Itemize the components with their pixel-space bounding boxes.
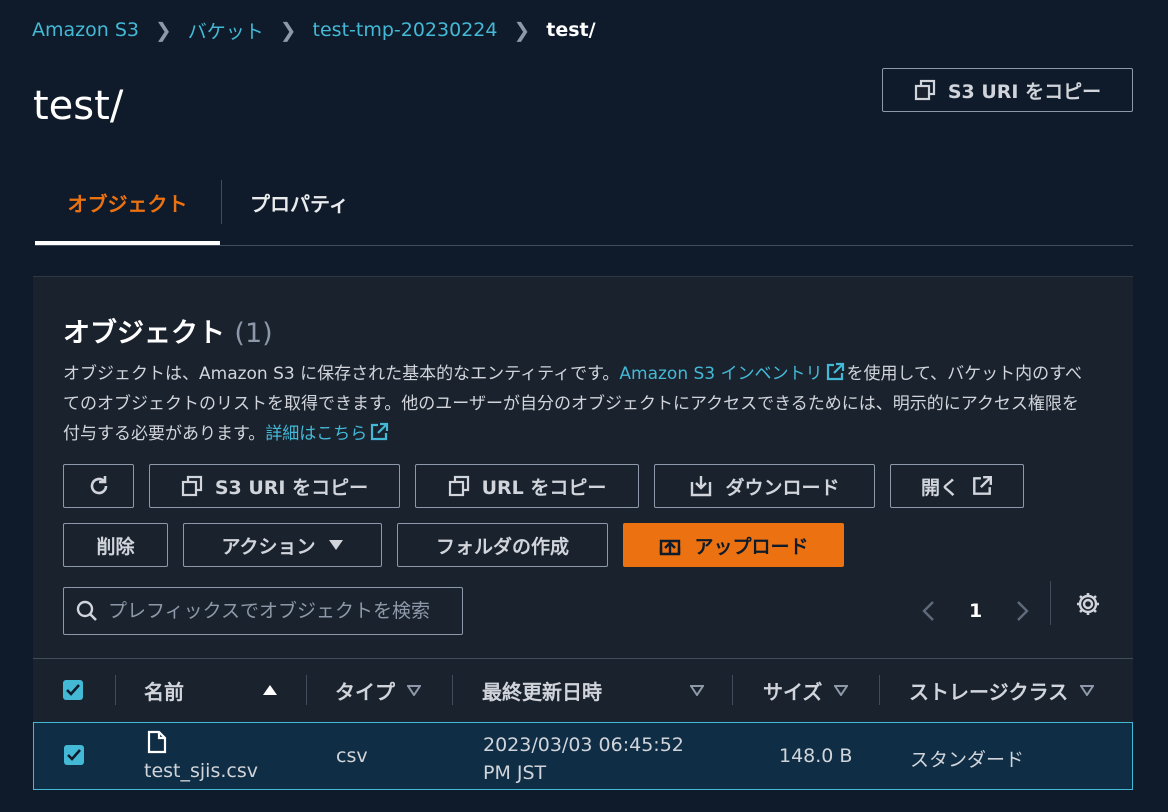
pager-divider [1050,581,1051,625]
column-storage-class-label: ストレージクラス [909,679,1069,704]
external-link-icon [826,362,844,381]
column-name[interactable]: 名前 [144,659,278,721]
page-title: test/ [33,83,124,129]
refresh-button[interactable] [63,464,134,508]
sort-icon [1080,684,1095,696]
chevron-right-icon: ❯ [279,18,297,42]
column-type[interactable]: タイプ [335,659,421,721]
checkbox-checked[interactable] [63,680,83,700]
column-last-modified-label: 最終更新日時 [482,679,602,704]
object-last-modified-line2: PM JST [483,762,547,784]
tab-list: オブジェクト プロパティ [35,160,1133,246]
object-last-modified-line1: 2023/03/03 06:45:52 [483,734,684,756]
sort-icon [834,684,849,696]
copy-s3-uri-button-header[interactable]: S3 URI をコピー [882,68,1133,112]
check-icon [66,684,80,696]
open-text: 開く [920,476,959,499]
sort-icon [690,684,704,696]
create-folder-button[interactable]: フォルダの作成 [397,523,608,567]
copy-icon [914,79,935,101]
object-size: 148.0 B [779,745,853,767]
copy-s3-uri-button[interactable]: S3 URI をコピー [149,464,400,508]
objects-panel: オブジェクト (1) オブジェクトは、Amazon S3 に保存された基本的なエ… [33,276,1133,790]
breadcrumb-link-s3[interactable]: Amazon S3 [32,19,139,41]
download-text: ダウンロード [725,476,840,499]
pagination: 1 [921,587,1031,635]
copy-icon [448,475,469,497]
object-name-link[interactable]: test_sjis.csv [144,760,258,782]
checkbox-checked[interactable] [64,745,84,765]
external-link-icon [973,475,993,495]
description-text-1: オブジェクトは、Amazon S3 に保存された基本的なエンティティです。 [63,364,620,384]
delete-button[interactable]: 削除 [63,523,168,567]
chevron-right-icon[interactable] [1016,600,1030,622]
column-last-modified[interactable]: 最終更新日時 [482,659,704,721]
tab-objects[interactable]: オブジェクト [35,160,220,245]
column-storage-class[interactable]: ストレージクラス [909,659,1095,721]
actions-text: アクション [221,535,316,558]
column-type-label: タイプ [335,679,395,704]
tab-divider [221,180,222,224]
panel-description: オブジェクトは、Amazon S3 に保存された基本的なエンティティです。Ama… [63,359,1093,449]
column-name-label: 名前 [144,679,184,704]
upload-button[interactable]: アップロード [623,523,844,567]
column-size-label: サイズ [763,679,823,704]
upload-icon [660,539,681,556]
copy-url-button[interactable]: URL をコピー [415,464,639,508]
file-icon [147,730,167,754]
caret-down-icon [328,540,343,550]
settings-gear-icon[interactable] [1075,591,1101,617]
object-storage-class: スタンダード [910,749,1025,771]
create-folder-text: フォルダの作成 [435,535,569,558]
breadcrumb-current: test/ [546,19,596,41]
object-last-modified: 2023/03/03 06:45:52 PM JST [483,730,684,786]
object-type: csv [336,745,368,767]
breadcrumb-link-bucket[interactable]: test-tmp-20230224 [313,19,498,41]
search-box [63,587,463,635]
inventory-link[interactable]: Amazon S3 インベントリ [619,364,822,384]
sort-ascending-icon [263,685,277,695]
tab-properties[interactable]: プロパティ [250,160,349,245]
download-button[interactable]: ダウンロード [654,464,875,508]
object-count: (1) [234,318,273,349]
select-all-checkbox[interactable] [63,659,83,721]
copy-url-text: URL をコピー [481,476,607,499]
panel-title: オブジェクト (1) [63,311,273,350]
learn-more-link[interactable]: 詳細はこちら [265,424,367,444]
copy-icon [181,475,202,497]
copy-s3-uri-label: S3 URI をコピー [947,80,1102,103]
chevron-right-icon: ❯ [154,18,172,42]
delete-text: 削除 [96,535,135,558]
chevron-right-icon: ❯ [513,18,531,42]
row-checkbox[interactable] [64,745,84,765]
column-size[interactable]: サイズ [763,659,849,721]
refresh-icon [90,476,107,495]
sort-icon [407,684,421,696]
breadcrumb: Amazon S3 ❯ バケット ❯ test-tmp-20230224 ❯ t… [32,16,596,44]
open-button[interactable]: 開く [890,464,1024,508]
table-row[interactable]: test_sjis.csv csv 2023/03/03 06:45:52 PM… [33,722,1133,790]
copy-s3-uri-text: S3 URI をコピー [214,476,369,499]
upload-text: アップロード [694,535,809,558]
page-number[interactable]: 1 [969,600,982,622]
breadcrumb-link-buckets[interactable]: バケット [188,17,264,44]
actions-dropdown[interactable]: アクション [183,523,382,567]
external-link-icon [371,422,389,441]
chevron-left-icon[interactable] [921,600,935,622]
download-icon [691,476,712,497]
check-icon [67,749,81,761]
search-icon [76,600,97,621]
search-input[interactable] [108,600,448,622]
panel-title-text: オブジェクト [63,318,225,349]
table-header: 名前 タイプ 最終更新日時 サイズ ストレージクラス [33,658,1133,720]
